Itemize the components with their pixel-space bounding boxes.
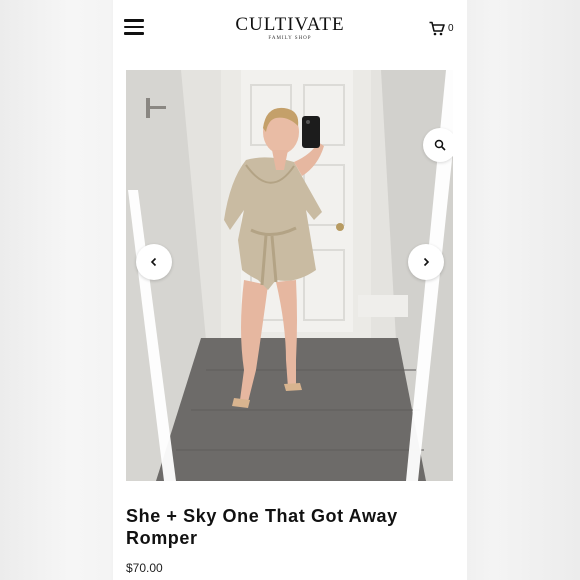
phone-screen: CULTIVATE FAMILY SHOP 0 She + Sky One Th… [113, 0, 467, 580]
zoom-button[interactable] [423, 128, 453, 162]
next-image-button[interactable] [408, 244, 444, 280]
logo-subtext: FAMILY SHOP [268, 36, 312, 41]
product-title: She + Sky One That Got Away Romper [126, 506, 398, 548]
cart-count: 0 [448, 22, 454, 34]
logo-text: CULTIVATE [235, 14, 345, 35]
chevron-left-icon [150, 257, 157, 267]
product-image[interactable] [126, 70, 453, 481]
shopping-cart-icon [429, 21, 445, 35]
product-price: $70.00 [126, 561, 163, 575]
previous-image-button[interactable] [136, 244, 172, 280]
cart-button[interactable]: 0 [429, 18, 454, 38]
site-header: CULTIVATE FAMILY SHOP 0 [113, 0, 467, 58]
site-logo[interactable]: CULTIVATE FAMILY SHOP [113, 15, 467, 42]
zoom-magnifier-icon [434, 139, 446, 151]
chevron-right-icon [423, 257, 430, 267]
